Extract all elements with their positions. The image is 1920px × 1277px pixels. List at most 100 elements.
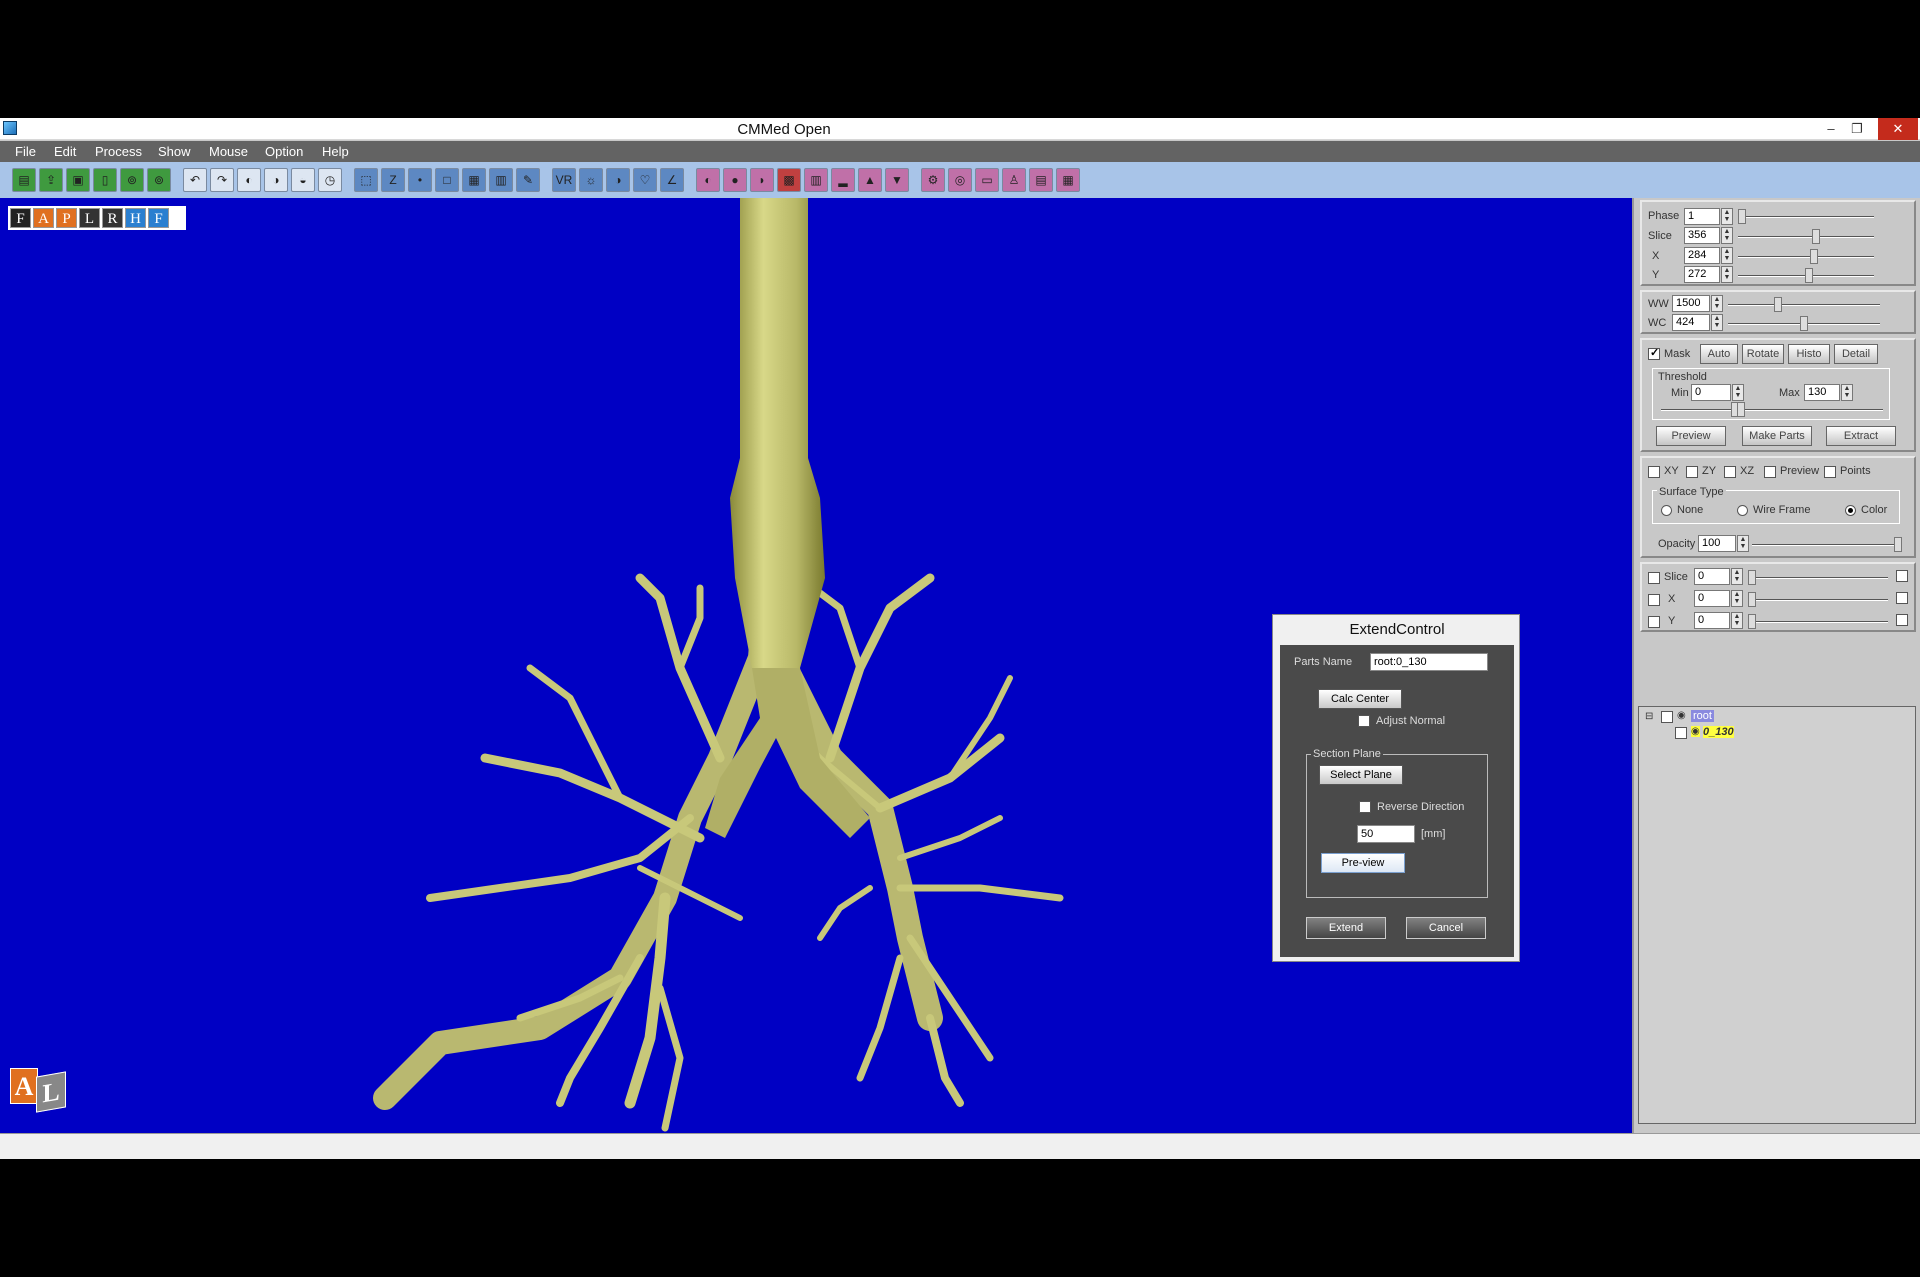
menu-mouse[interactable]: Mouse (209, 144, 248, 159)
toolbar-angle-button[interactable]: ∠ (660, 168, 684, 192)
extend-button[interactable]: Extend (1306, 917, 1386, 939)
x-input[interactable]: 284 (1684, 247, 1720, 264)
root-eye-icon[interactable]: ◉ (1677, 710, 1686, 721)
select-plane-button[interactable]: Select Plane (1319, 765, 1403, 785)
y-spinner[interactable]: ▲ ▼ (1721, 266, 1733, 283)
toolbar-vessel-button[interactable]: ⚙ (921, 168, 945, 192)
phase-spinner[interactable]: ▲ ▼ (1721, 208, 1733, 225)
slice-input[interactable]: 356 (1684, 227, 1720, 244)
cut-x-spinner[interactable]: ▲ ▼ (1731, 590, 1743, 607)
minimize-button[interactable]: – (1818, 118, 1844, 140)
orient-p-button[interactable]: P (56, 208, 77, 228)
y-slider-thumb[interactable] (1805, 268, 1813, 283)
wc-input[interactable]: 424 (1672, 314, 1710, 331)
toolbar-zoom-a-button[interactable]: ⊚ (120, 168, 144, 192)
orient-a-button[interactable]: A (33, 208, 54, 228)
toolbar-half-button[interactable]: ◗ (750, 168, 774, 192)
cancel-button[interactable]: Cancel (1406, 917, 1486, 939)
phase-slider-thumb[interactable] (1738, 209, 1746, 224)
toolbar-heart-button[interactable]: ♡ (633, 168, 657, 192)
extract-button[interactable]: Extract (1826, 426, 1896, 446)
threshold-max-thumb[interactable] (1737, 402, 1745, 417)
xy-checkbox[interactable] (1648, 466, 1660, 478)
wc-slider[interactable] (1728, 316, 1880, 331)
menu-option[interactable]: Option (265, 144, 303, 159)
toolbar-point-button[interactable]: • (408, 168, 432, 192)
toolbar-tool-button[interactable]: ▼ (885, 168, 909, 192)
cut-y-input[interactable]: 0 (1694, 612, 1730, 629)
toolbar-scale-button[interactable]: ▲ (858, 168, 882, 192)
cut-slice-flip-checkbox[interactable] (1896, 570, 1908, 582)
parts-name-input[interactable]: root:0_130 (1370, 653, 1488, 671)
slice-slider[interactable] (1738, 229, 1874, 244)
toolbar-edit-button[interactable]: ✎ (516, 168, 540, 192)
toolbar-zoom-button[interactable]: Z (381, 168, 405, 192)
orient-f-button[interactable]: F (10, 208, 31, 228)
toolbar-measure-button[interactable]: ▥ (489, 168, 513, 192)
orient-r-button[interactable]: R (102, 208, 123, 228)
toolbar-stat-button[interactable]: ◎ (948, 168, 972, 192)
wc-slider-thumb[interactable] (1800, 316, 1808, 331)
cut-slice-slider[interactable] (1748, 570, 1888, 585)
wc-spinner[interactable]: ▲ ▼ (1711, 314, 1723, 331)
child-eye-icon[interactable]: ◉ (1691, 726, 1700, 737)
tree-collapse-icon[interactable]: ⊟ (1645, 711, 1653, 722)
none-radio[interactable] (1661, 505, 1672, 516)
cut-x-thumb[interactable] (1748, 592, 1756, 607)
max-spinner[interactable]: ▲ ▼ (1841, 384, 1853, 401)
y-input[interactable]: 272 (1684, 266, 1720, 283)
menu-edit[interactable]: Edit (54, 144, 76, 159)
toolbar-report-button[interactable]: ▥ (804, 168, 828, 192)
phase-input[interactable]: 1 (1684, 208, 1720, 225)
rotate-button[interactable]: Rotate (1742, 344, 1784, 364)
opacity-slider-thumb[interactable] (1894, 537, 1902, 552)
toolbar-bar-button[interactable]: ♙ (1002, 168, 1026, 192)
toolbar-zoom-b-button[interactable]: ⊚ (147, 168, 171, 192)
cut-x-slider[interactable] (1748, 592, 1888, 607)
reverse-direction-checkbox[interactable] (1359, 801, 1371, 813)
preview-button[interactable]: Pre-view (1321, 853, 1405, 873)
toolbar-open-button[interactable]: ▤ (12, 168, 36, 192)
toolbar-person-button[interactable]: ▤ (1029, 168, 1053, 192)
ww-input[interactable]: 1500 (1672, 295, 1710, 312)
ww-spinner[interactable]: ▲ ▼ (1711, 295, 1723, 312)
restore-button[interactable]: ❐ (1844, 118, 1870, 140)
toolbar-contrast-button[interactable]: ◑ (606, 168, 630, 192)
orient-f2-button[interactable]: F (148, 208, 169, 228)
toolbar-cam1-button[interactable]: ◐ (237, 168, 261, 192)
points-checkbox[interactable] (1824, 466, 1836, 478)
toolbar-dots-button[interactable]: ▩ (777, 168, 801, 192)
toolbar-undo-button[interactable]: ↶ (183, 168, 207, 192)
close-button[interactable]: ✕ (1878, 118, 1918, 140)
auto-button[interactable]: Auto (1700, 344, 1738, 364)
min-spinner[interactable]: ▲ ▼ (1732, 384, 1744, 401)
ww-slider-thumb[interactable] (1774, 297, 1782, 312)
toolbar-grid-button[interactable]: ▦ (462, 168, 486, 192)
threshold-slider[interactable] (1661, 402, 1883, 417)
plane-preview-checkbox[interactable] (1764, 466, 1776, 478)
distance-input[interactable]: 50 (1357, 825, 1415, 843)
cut-y-slider[interactable] (1748, 614, 1888, 629)
cut-y-checkbox[interactable] (1648, 616, 1660, 628)
ww-slider[interactable] (1728, 297, 1880, 312)
opacity-input[interactable]: 100 (1698, 535, 1736, 552)
cut-x-flip-checkbox[interactable] (1896, 592, 1908, 604)
toolbar-fit-button[interactable]: ⬚ (354, 168, 378, 192)
toolbar-scope-button[interactable]: ▭ (975, 168, 999, 192)
parts-tree[interactable]: ⊟ ◉ root ◉ 0_130 (1638, 706, 1916, 1124)
color-radio[interactable] (1845, 505, 1856, 516)
orient-h-button[interactable]: H (125, 208, 146, 228)
toolbar-clock-button[interactable]: ◷ (318, 168, 342, 192)
zy-checkbox[interactable] (1686, 466, 1698, 478)
menu-file[interactable]: File (15, 144, 36, 159)
histo-button[interactable]: Histo (1788, 344, 1830, 364)
toolbar-import-button[interactable]: ⇪ (39, 168, 63, 192)
toolbar-sphere-button[interactable]: ● (723, 168, 747, 192)
x-slider-thumb[interactable] (1810, 249, 1818, 264)
make-parts-button[interactable]: Make Parts (1742, 426, 1812, 446)
x-slider[interactable] (1738, 249, 1874, 264)
cut-slice-spinner[interactable]: ▲ ▼ (1731, 568, 1743, 585)
opacity-slider[interactable] (1752, 537, 1902, 552)
min-input[interactable]: 0 (1691, 384, 1731, 401)
toolbar-cam3-button[interactable]: ◒ (291, 168, 315, 192)
